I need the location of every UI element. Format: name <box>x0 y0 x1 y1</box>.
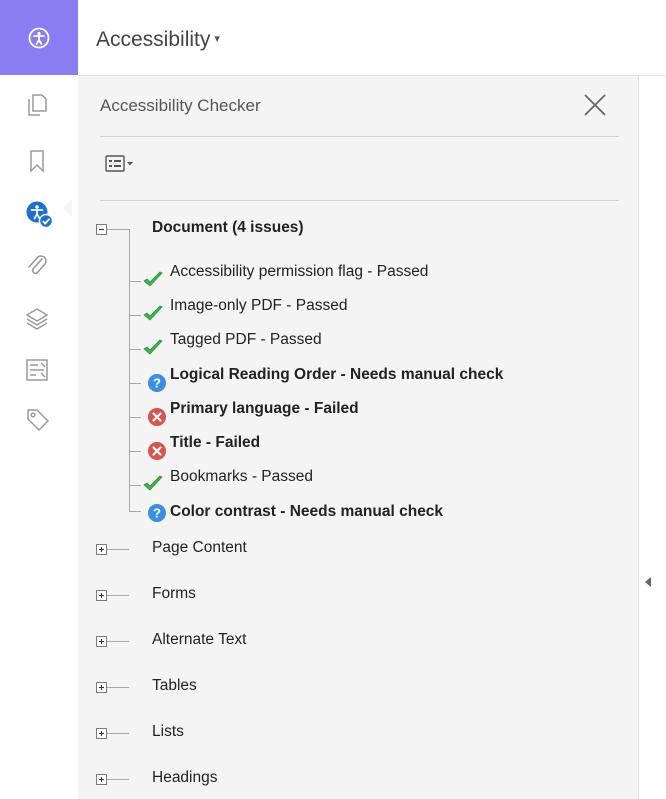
collapse-toggle[interactable] <box>96 224 107 235</box>
expand-toggle[interactable] <box>96 728 107 739</box>
close-button[interactable] <box>582 92 608 118</box>
passed-check-icon <box>142 338 163 358</box>
tree-connector <box>107 595 129 596</box>
category-label: Page Content <box>152 539 247 556</box>
tree-item-label: Title - Failed <box>170 434 261 451</box>
category-label: Headings <box>152 769 218 786</box>
tree-node-document[interactable]: Document (4 issues) <box>152 219 304 237</box>
tree-connector <box>129 281 141 282</box>
tree-connector <box>107 687 129 688</box>
active-indicator <box>63 199 72 217</box>
panel-divider <box>100 136 619 137</box>
tree-connector <box>129 417 141 418</box>
accessibility-icon <box>28 27 50 49</box>
tree-connector <box>129 229 130 511</box>
tree-item-label: Bookmarks - Passed <box>170 468 313 485</box>
tree-connector <box>107 549 129 550</box>
expand-toggle[interactable] <box>96 636 107 647</box>
expand-toggle[interactable] <box>96 774 107 785</box>
tree-connector <box>107 779 129 780</box>
tree-connector <box>129 451 141 452</box>
chevron-down-icon: ▾ <box>214 33 220 45</box>
bookmark-icon[interactable] <box>24 148 50 174</box>
tree-item-label: Tagged PDF - Passed <box>170 331 322 348</box>
tree-connector <box>129 349 141 350</box>
expand-toggle[interactable] <box>96 544 107 555</box>
pages-icon[interactable] <box>24 92 50 118</box>
expand-toggle[interactable] <box>96 590 107 601</box>
tree-connector <box>129 485 141 486</box>
expand-toggle[interactable] <box>96 682 107 693</box>
accessibility-tool-header[interactable] <box>0 0 78 75</box>
tree-connector <box>107 733 129 734</box>
left-rail <box>0 75 78 799</box>
failed-icon <box>147 441 167 461</box>
category-label: Forms <box>152 585 196 602</box>
tree-item-label: Color contrast - Needs manual check <box>170 503 444 520</box>
svg-text:?: ? <box>153 376 161 391</box>
tree-connector <box>107 229 129 230</box>
attachment-icon[interactable] <box>24 253 50 279</box>
tool-title[interactable]: Accessibility ▾ <box>96 28 220 52</box>
accessibility-check-icon[interactable] <box>24 199 54 229</box>
panel-divider-2 <box>100 200 619 201</box>
tree-item-label: Primary language - Failed <box>170 400 359 417</box>
close-icon <box>584 94 606 116</box>
passed-check-icon <box>142 474 163 494</box>
tags-icon[interactable] <box>24 406 50 432</box>
options-button[interactable] <box>104 152 148 176</box>
passed-check-icon <box>142 304 163 324</box>
options-icon <box>105 155 133 172</box>
tree-item-label: Accessibility permission flag - Passed <box>170 263 429 280</box>
tree-connector <box>129 383 141 384</box>
tree-item-label: Image-only PDF - Passed <box>170 297 348 314</box>
category-label: Lists <box>152 723 184 740</box>
tree-connector <box>129 511 141 512</box>
category-label: Tables <box>152 677 197 694</box>
failed-icon <box>147 407 167 427</box>
tree-connector <box>107 641 129 642</box>
question-icon: ? <box>147 373 167 393</box>
tree-item-label: Logical Reading Order - Needs manual che… <box>170 366 504 383</box>
category-label: Alternate Text <box>152 631 247 648</box>
question-icon: ? <box>147 503 167 523</box>
layers-icon[interactable] <box>24 306 50 332</box>
right-pane-strip <box>638 76 666 799</box>
panel-title: Accessibility Checker <box>100 96 261 115</box>
svg-text:?: ? <box>153 506 161 521</box>
tree-connector <box>129 315 141 316</box>
passed-check-icon <box>142 270 163 290</box>
content-icon[interactable] <box>24 357 50 383</box>
tool-title-label: Accessibility <box>96 28 211 51</box>
collapse-pane-icon[interactable] <box>645 577 651 587</box>
